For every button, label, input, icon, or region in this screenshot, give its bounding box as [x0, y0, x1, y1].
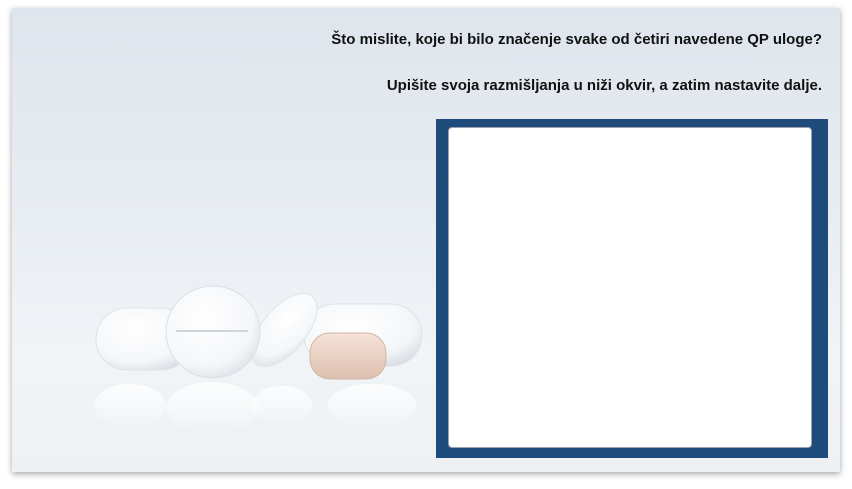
pills-illustration [94, 285, 423, 434]
slide-canvas: Što mislite, koje bi bilo značenje svake… [12, 8, 840, 472]
question-text: Što mislite, koje bi bilo značenje svake… [331, 31, 822, 48]
instruction-text: Upišite svoja razmišljanja u niži okvir,… [386, 77, 822, 94]
answer-frame [436, 119, 828, 458]
answer-textarea[interactable] [448, 127, 812, 448]
